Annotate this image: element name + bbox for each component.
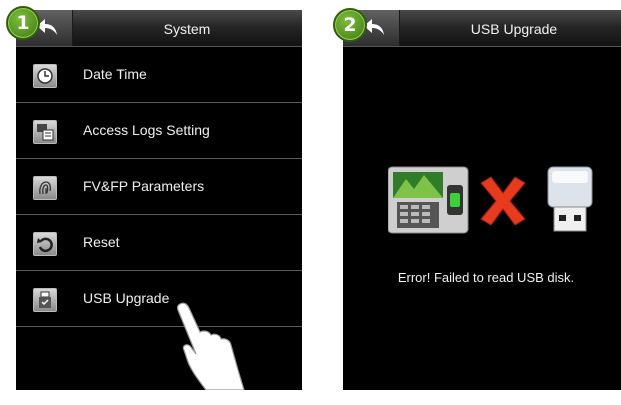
device-icon <box>388 166 469 234</box>
menu-item-label: FV&FP Parameters <box>83 178 205 194</box>
reset-icon <box>33 232 57 256</box>
menu-item-reset[interactable]: Reset <box>16 215 302 271</box>
menu-item-label: Access Logs Setting <box>83 122 210 138</box>
menu-item-fv-fp-parameters[interactable]: FV&FP Parameters <box>16 159 302 215</box>
usb-drive-icon <box>547 166 593 232</box>
error-message: Error! Failed to read USB disk. <box>397 270 575 285</box>
fingerprint-icon <box>33 176 57 200</box>
pointing-hand-icon <box>177 302 245 390</box>
usb-upgrade-icon <box>33 288 57 312</box>
page-title: System <box>163 21 211 37</box>
menu-item-label: Reset <box>83 234 120 250</box>
menu-list: Date Time Access Logs Setting FV&FP Para… <box>16 47 302 327</box>
usb-error-graphic <box>388 166 593 234</box>
system-screen: System Date Time Access Logs Setting FV&… <box>16 10 302 390</box>
logs-icon <box>33 120 57 144</box>
menu-item-date-time[interactable]: Date Time <box>16 47 302 103</box>
usb-upgrade-screen: USB Upgrade Error! Failed to read USB di… <box>343 10 621 390</box>
menu-item-usb-upgrade[interactable]: USB Upgrade <box>16 271 302 327</box>
page-title: USB Upgrade <box>470 21 558 37</box>
menu-item-label: Date Time <box>83 66 147 82</box>
error-x-icon <box>480 176 526 226</box>
header: System <box>16 10 302 47</box>
header: USB Upgrade <box>343 10 621 47</box>
menu-item-access-logs[interactable]: Access Logs Setting <box>16 103 302 159</box>
clock-icon <box>33 64 57 88</box>
step-badge-2: 2 <box>333 8 367 42</box>
step-badge-1: 1 <box>6 6 40 40</box>
menu-item-label: USB Upgrade <box>83 290 170 306</box>
